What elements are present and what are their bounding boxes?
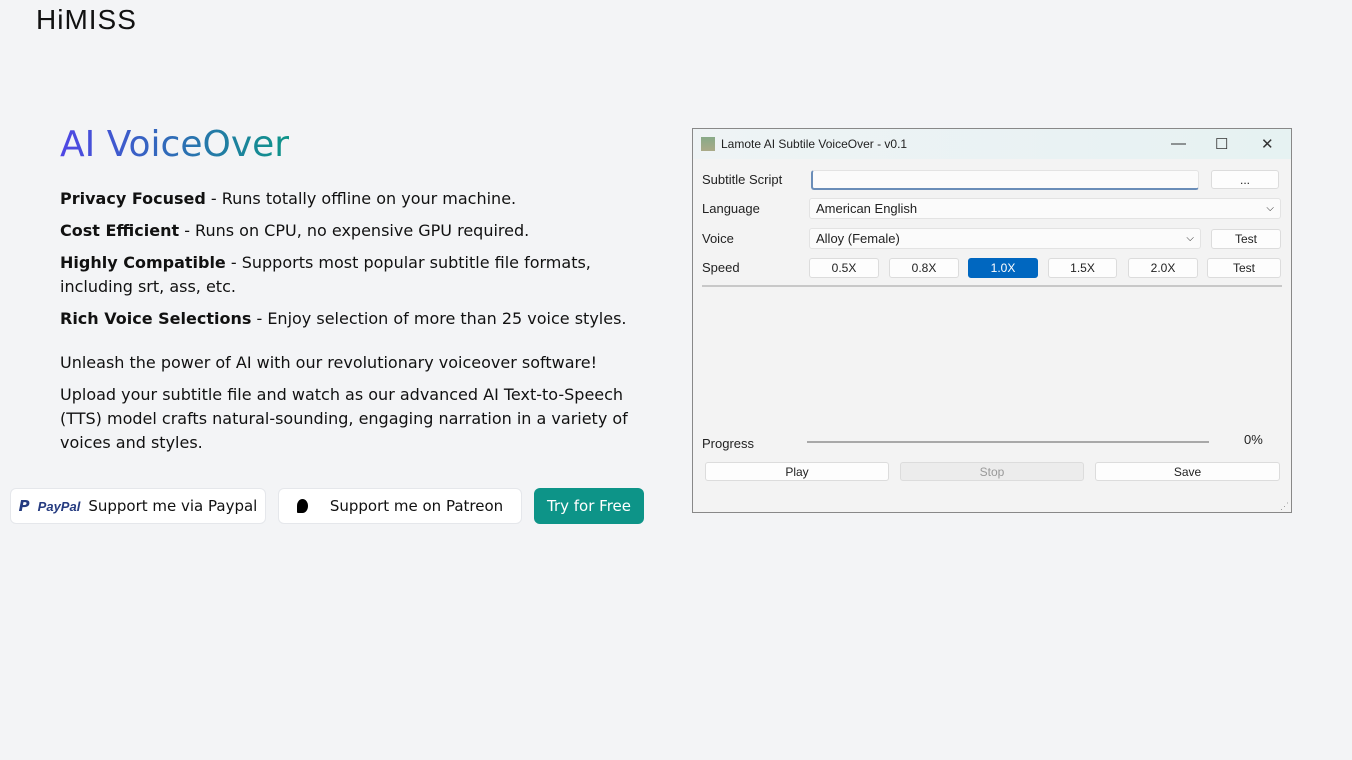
minimize-icon[interactable]: — bbox=[1171, 135, 1186, 152]
separator bbox=[702, 285, 1282, 287]
play-button[interactable]: Play bbox=[705, 462, 889, 481]
voice-label: Voice bbox=[702, 231, 734, 246]
page-title: AI VoiceOver bbox=[60, 124, 290, 165]
speed-1.5x-button[interactable]: 1.5X bbox=[1048, 258, 1117, 278]
feature-privacy: Privacy Focused - Runs totally offline o… bbox=[60, 189, 517, 208]
language-select[interactable]: American English ⌵ bbox=[809, 198, 1281, 219]
speed-0.8x-button[interactable]: 0.8X bbox=[889, 258, 959, 278]
patreon-button[interactable]: Support me on Patreon bbox=[278, 488, 522, 524]
progress-label: Progress bbox=[702, 436, 755, 451]
save-button[interactable]: Save bbox=[1095, 462, 1280, 481]
browse-button[interactable]: ... bbox=[1211, 170, 1279, 189]
chevron-down-icon: ⌵ bbox=[1266, 203, 1274, 214]
patreon-icon bbox=[296, 499, 308, 513]
speed-1.0x-button[interactable]: 1.0X bbox=[968, 258, 1038, 278]
voice-test-button[interactable]: Test bbox=[1211, 229, 1281, 249]
logo[interactable]: HiMISS bbox=[36, 4, 137, 36]
subtitle-label: Subtitle Script bbox=[702, 172, 783, 187]
stop-button[interactable]: Stop bbox=[900, 462, 1084, 481]
feature-cost: Cost Efficient - Runs on CPU, no expensi… bbox=[60, 221, 530, 240]
window-title: Lamote AI Subtile VoiceOver - v0.1 bbox=[721, 137, 908, 151]
intro-text: Unleash the power of AI with our revolut… bbox=[60, 353, 598, 372]
feature-voices: Rich Voice Selections - Enjoy selection … bbox=[60, 309, 627, 328]
maximize-icon[interactable]: ☐ bbox=[1215, 135, 1228, 153]
voice-select[interactable]: Alloy (Female) ⌵ bbox=[809, 228, 1201, 249]
speed-test-button[interactable]: Test bbox=[1207, 258, 1281, 278]
try-free-button[interactable]: Try for Free bbox=[534, 488, 644, 524]
paypal-icon: P bbox=[18, 497, 30, 515]
progress-value: 0% bbox=[1244, 432, 1263, 447]
app-window: Lamote AI Subtile VoiceOver - v0.1 — ☐ ✕… bbox=[692, 128, 1292, 513]
description-text: Upload your subtitle file and watch as o… bbox=[60, 385, 628, 452]
title-bar: Lamote AI Subtile VoiceOver - v0.1 bbox=[693, 129, 1291, 159]
close-icon[interactable]: ✕ bbox=[1261, 135, 1274, 153]
paypal-button[interactable]: P PayPal Support me via Paypal bbox=[10, 488, 266, 524]
progress-bar bbox=[807, 441, 1209, 443]
speed-2.0x-button[interactable]: 2.0X bbox=[1128, 258, 1198, 278]
chevron-down-icon: ⌵ bbox=[1186, 233, 1194, 244]
speed-label: Speed bbox=[702, 260, 740, 275]
language-label: Language bbox=[702, 201, 760, 216]
speed-0.5x-button[interactable]: 0.5X bbox=[809, 258, 879, 278]
feature-compatible: Highly Compatible - Supports most popula… bbox=[60, 253, 591, 296]
resize-grip-icon[interactable]: ⋰ bbox=[1280, 501, 1289, 512]
subtitle-input[interactable] bbox=[811, 170, 1199, 190]
app-icon bbox=[701, 137, 715, 151]
